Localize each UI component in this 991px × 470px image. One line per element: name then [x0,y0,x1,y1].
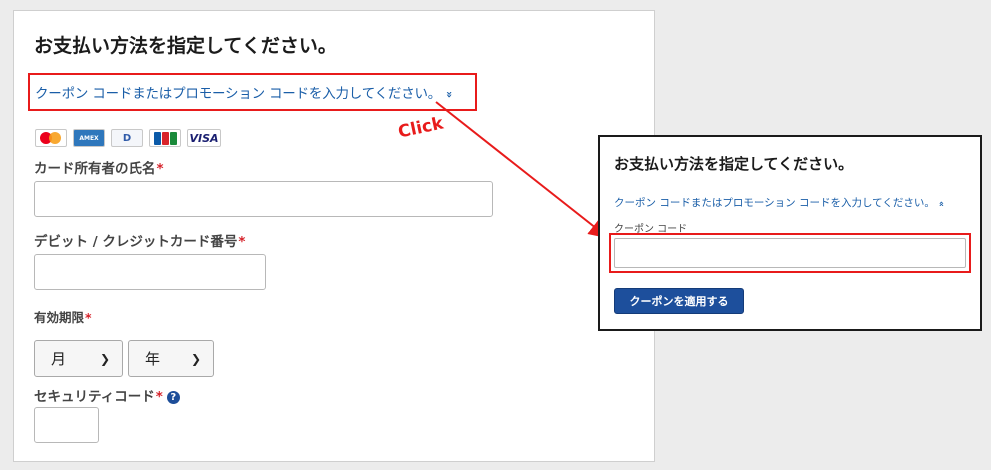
popup-promo-link[interactable]: クーポン コードまたはプロモーション コードを入力してください。» [614,195,947,210]
chevron-up-icon: » [936,201,947,207]
apply-coupon-button[interactable]: クーポンを適用する [614,288,744,314]
coupon-popup: お支払い方法を指定してください。 クーポン コードまたはプロモーション コードを… [598,135,982,331]
coupon-code-input[interactable] [614,238,966,268]
popup-promo-link-text: クーポン コードまたはプロモーション コードを入力してください。 [614,197,935,209]
popup-title: お支払い方法を指定してください。 [614,155,854,173]
